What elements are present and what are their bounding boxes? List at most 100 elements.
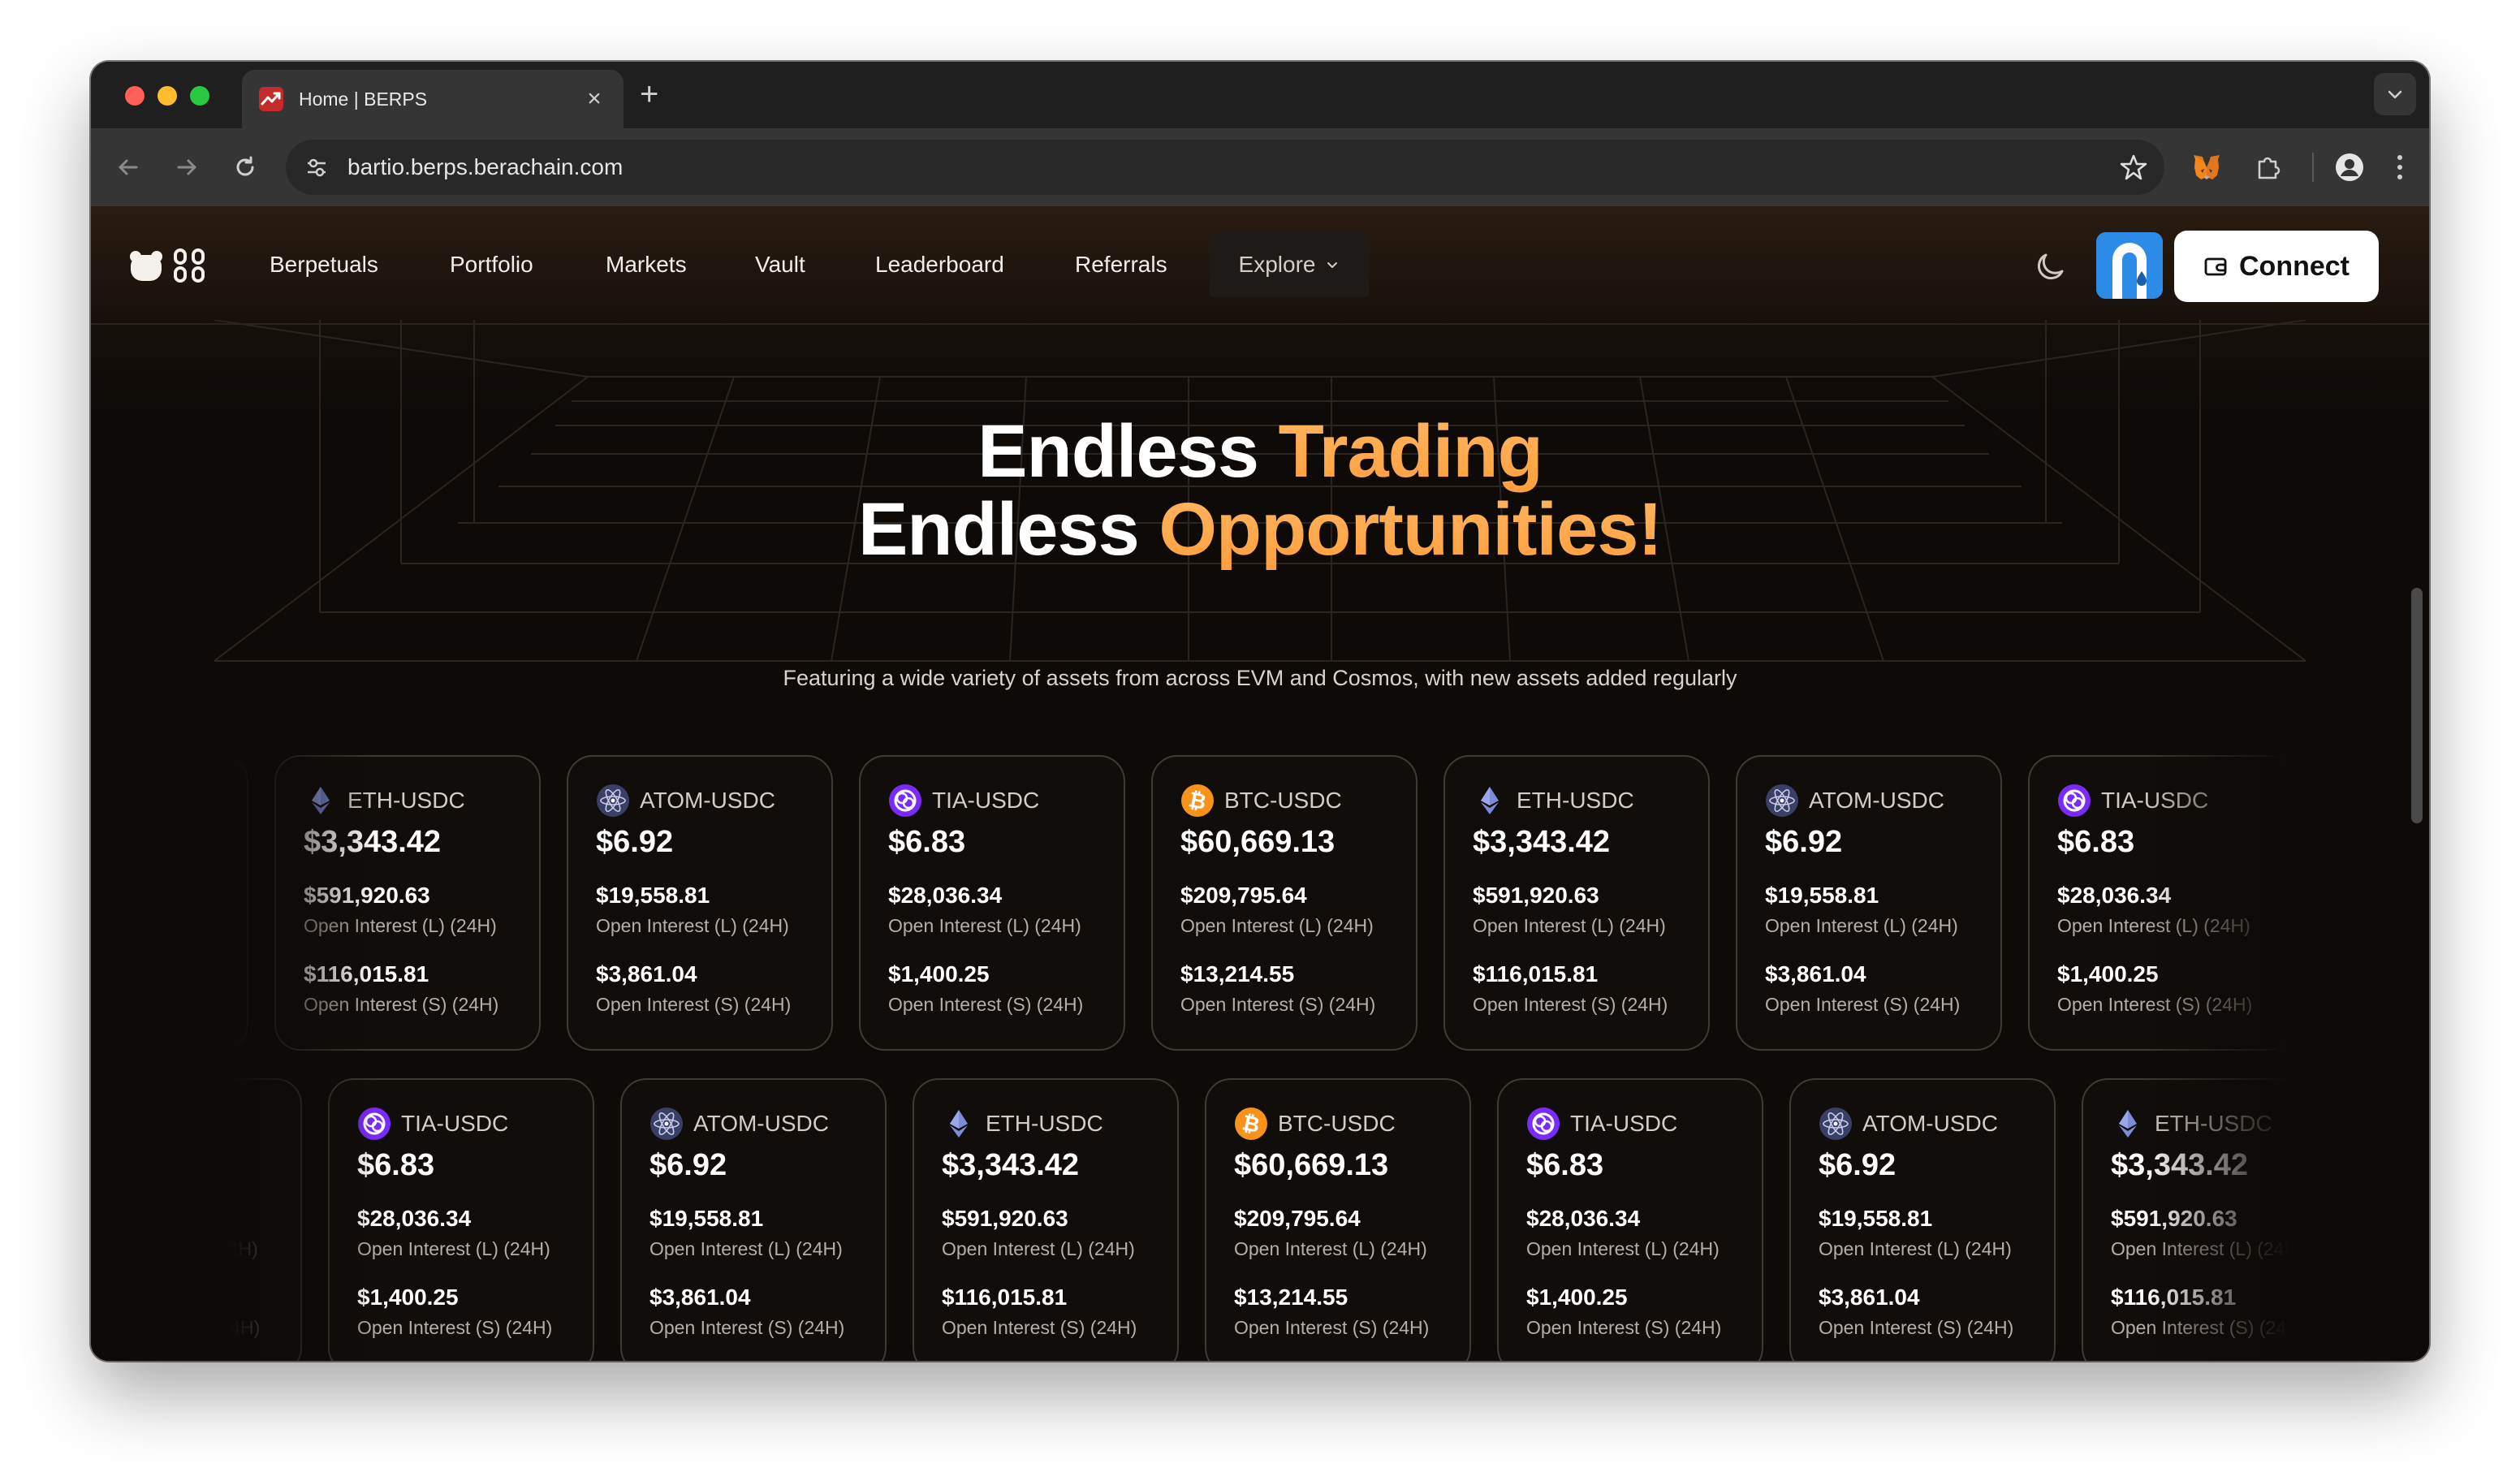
berps-page: Berpetuals Portfolio Markets Vault Leade… [91,206,2429,1361]
connect-wallet-button[interactable]: Connect [2174,231,2379,302]
profile-avatar-icon[interactable] [2332,149,2367,185]
new-tab-plus-icon[interactable]: + [640,76,658,112]
metamask-extension-icon[interactable] [2189,149,2224,185]
market-pair: ATOM-USDC [640,788,775,813]
market-card-header: ETH-USDC [2111,1106,2306,1142]
market-card-btc[interactable]: ₿ BTC-USDC $60,669.13 $209,795.64 Open I… [214,755,248,1051]
market-card-eth[interactable]: ETH-USDC $3,343.42 $591,920.63 Open Inte… [2082,1078,2306,1361]
market-pair: ATOM-USDC [1862,1111,1998,1136]
market-card-header: ₿ BTC-USDC [214,783,221,818]
open-interest-short-value: $3,861.04 [596,961,697,987]
open-interest-long-label: Open Interest (L) (24H) [942,1238,1135,1259]
open-interest-long-label: Open Interest (L) (24H) [304,915,497,936]
market-card-header: ATOM-USDC [1819,1106,2028,1142]
theme-toggle-moon-icon[interactable] [2031,247,2070,286]
market-pair: BTC-USDC [214,1111,227,1136]
market-card-tia[interactable]: TIA-USDC $6.83 $28,036.34 Open Interest … [1497,1078,1763,1361]
open-interest-short-label: Open Interest (S) (24H) [596,994,792,1015]
market-price: $60,669.13 [214,825,221,860]
market-card-atom[interactable]: ATOM-USDC $6.92 $19,558.81 Open Interest… [567,755,833,1051]
ethereum-icon [1473,784,1507,818]
market-pair: ATOM-USDC [693,1111,829,1136]
open-interest-short-value: $116,015.81 [942,1284,1068,1310]
bookmark-star-icon[interactable] [2111,145,2156,190]
market-card-btc[interactable]: ₿ BTC-USDC $60,669.13 $209,795.64 Open I… [214,1078,302,1361]
nav-link-berpetuals[interactable]: Berpetuals [270,252,378,278]
hero-subtitle: Featuring a wide variety of assets from … [783,666,1737,690]
ethereum-icon [942,1107,976,1141]
tab-search-dropdown[interactable] [2374,73,2416,115]
market-card-tia[interactable]: TIA-USDC $6.83 $28,036.34 Open Interest … [2028,755,2294,1051]
chevron-down-icon [1327,262,1338,268]
nav-link-referrals[interactable]: Referrals [1075,252,1167,278]
open-interest-short-label: Open Interest (S) (24H) [2057,994,2253,1015]
extensions-puzzle-icon[interactable] [2250,149,2286,185]
market-card-atom[interactable]: ATOM-USDC $6.92 $19,558.81 Open Interest… [1736,755,2002,1051]
cosmos-atom-icon [1819,1107,1853,1141]
open-interest-short-label: Open Interest (S) (24H) [357,1317,553,1338]
address-bar[interactable]: bartio.berps.berachain.com [286,140,2164,195]
market-price: $60,669.13 [1234,1148,1389,1182]
open-interest-short-label: Open Interest (S) (24H) [649,1317,845,1338]
market-price: $60,669.13 [214,1148,274,1183]
ethereum-icon [304,784,338,818]
open-interest-short-value: $116,015.81 [2111,1284,2237,1310]
open-interest-short-label: Open Interest (S) (24H) [214,1317,261,1338]
hero-line2-white: Endless [857,488,1140,571]
open-interest-short-label: Open Interest (S) (24H) [1234,1317,1430,1338]
market-card-btc[interactable]: ₿ BTC-USDC $60,669.13 $209,795.64 Open I… [1205,1078,1471,1361]
open-interest-short-value: $13,214.55 [214,1284,274,1310]
nav-link-leaderboard[interactable]: Leaderboard [875,252,1004,278]
market-pair: BTC-USDC [1224,788,1342,813]
bitcoin-icon: ₿ [1180,784,1215,818]
faucet-app-icon[interactable] [2096,232,2163,299]
zoom-window-button[interactable] [190,86,209,106]
open-interest-short-label: Open Interest (S) (24H) [1819,1317,2014,1338]
open-interest-long-label: Open Interest (L) (24H) [596,915,789,936]
open-interest-short-label: Open Interest (S) (24H) [942,1317,1137,1338]
tab-close-icon[interactable]: × [581,85,607,113]
forward-arrow-icon[interactable] [169,149,205,185]
market-card-atom[interactable]: ATOM-USDC $6.92 $19,558.81 Open Interest… [1789,1078,2056,1361]
market-price: $60,669.13 [1180,825,1336,859]
market-card-btc[interactable]: ₿ BTC-USDC $60,669.13 $209,795.64 Open I… [1151,755,1418,1051]
nav-link-markets[interactable]: Markets [606,252,687,278]
browser-tab[interactable]: Home | BERPS × [242,70,624,128]
nav-link-portfolio[interactable]: Portfolio [450,252,533,278]
browser-menu-kebab-icon[interactable] [2382,149,2418,185]
market-card-eth[interactable]: ETH-USDC $3,343.42 $591,920.63 Open Inte… [274,755,541,1051]
market-pair: ATOM-USDC [1809,788,1944,813]
berps-logo[interactable] [128,247,208,286]
market-pair: ETH-USDC [1517,788,1634,813]
celestia-icon [1526,1107,1560,1141]
market-card-atom[interactable]: ATOM-USDC $6.92 $19,558.81 Open Interest… [620,1078,887,1361]
market-pair: ETH-USDC [2155,1111,2272,1136]
open-interest-long-value: $28,036.34 [888,883,1003,908]
market-card-tia[interactable]: TIA-USDC $6.83 $28,036.34 Open Interest … [859,755,1125,1051]
market-card-eth[interactable]: ETH-USDC $3,343.42 $591,920.63 Open Inte… [913,1078,1179,1361]
back-arrow-icon[interactable] [110,149,146,185]
open-interest-long-value: $591,920.63 [942,1206,1068,1231]
bear-logo-icon [130,251,162,281]
market-card-header: ETH-USDC [942,1106,1151,1142]
market-card-header: ATOM-USDC [596,783,805,818]
reload-icon[interactable] [227,149,263,185]
market-price: $6.83 [888,825,966,859]
market-card-header: TIA-USDC [2057,783,2267,818]
browser-window: Home | BERPS × + bartio.berps.berachain.… [91,62,2429,1361]
open-interest-long-value: $591,920.63 [2111,1206,2237,1231]
market-price: $6.83 [357,1148,435,1182]
market-card-eth[interactable]: ETH-USDC $3,343.42 $591,920.63 Open Inte… [1443,755,1710,1051]
page-scrollbar[interactable] [2411,588,2423,823]
open-interest-long-label: Open Interest (L) (24H) [1473,915,1666,936]
open-interest-long-label: Open Interest (L) (24H) [1765,915,1958,936]
open-interest-long-value: $28,036.34 [357,1206,472,1231]
explore-dropdown[interactable]: Explore [1210,232,1369,297]
close-window-button[interactable] [125,86,145,106]
minimize-window-button[interactable] [158,86,177,106]
nav-link-vault[interactable]: Vault [755,252,805,278]
market-card-header: TIA-USDC [888,783,1098,818]
market-price: $3,343.42 [942,1148,1080,1182]
market-card-tia[interactable]: TIA-USDC $6.83 $28,036.34 Open Interest … [328,1078,594,1361]
site-settings-icon[interactable] [299,149,334,185]
